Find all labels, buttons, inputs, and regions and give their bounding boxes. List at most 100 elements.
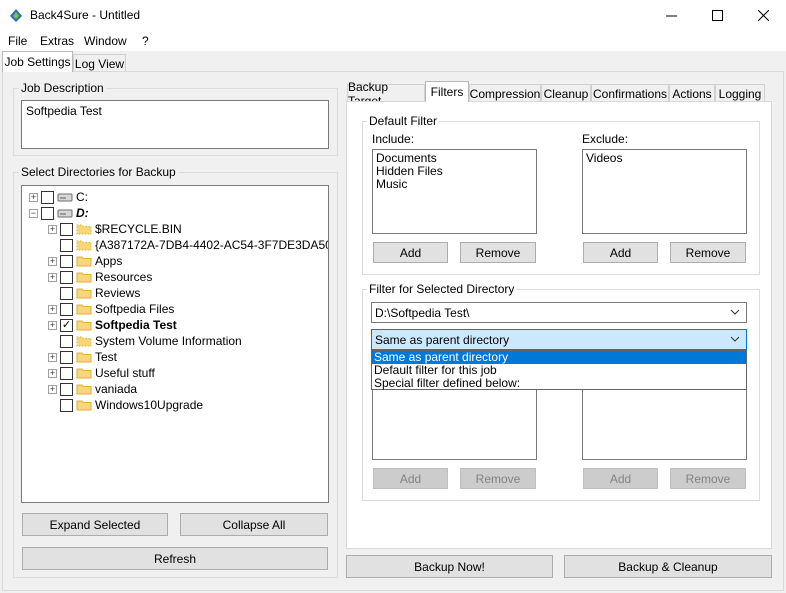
directories-title: Select Directories for Backup: [19, 165, 178, 179]
tree-checkbox[interactable]: [60, 382, 73, 396]
expand-icon[interactable]: +: [48, 224, 57, 234]
exclude-item[interactable]: Videos: [586, 152, 743, 165]
include-add-button[interactable]: Add: [373, 242, 448, 263]
tree-node[interactable]: + Softpedia Files: [48, 301, 174, 317]
collapse-icon[interactable]: −: [29, 208, 38, 218]
tab-backup-target[interactable]: Backup Target: [347, 80, 425, 108]
exclude-remove-button[interactable]: Remove: [670, 242, 746, 263]
folder-icon: [76, 320, 92, 331]
backup-cleanup-button[interactable]: Backup & Cleanup: [564, 555, 772, 578]
tree-checkbox[interactable]: [60, 286, 73, 300]
expand-icon[interactable]: +: [48, 352, 57, 362]
folder-icon: [76, 352, 92, 363]
tree-node[interactable]: + Test: [48, 349, 117, 365]
menu-help[interactable]: ?: [142, 34, 149, 48]
maximize-icon: [711, 10, 723, 21]
tab-filters[interactable]: Filters: [425, 81, 469, 102]
exclude-add-button[interactable]: Add: [583, 242, 658, 263]
tree-node[interactable]: − D:: [29, 205, 89, 221]
folder-icon: [76, 272, 92, 283]
tree-node[interactable]: System Volume Information: [48, 333, 242, 349]
exclude-list[interactable]: Videos: [582, 149, 747, 234]
tree-node-label: {A387172A-7DB4-4402-AC54-3F7DE3DA5055}: [95, 238, 329, 252]
filter-mode-dropdown[interactable]: Same as parent directory: [371, 329, 747, 350]
tree-node[interactable]: + vaniada: [48, 381, 137, 397]
refresh-button[interactable]: Refresh: [22, 547, 328, 570]
tree-node-label: Reviews: [95, 286, 141, 300]
collapse-all-button[interactable]: Collapse All: [180, 513, 328, 536]
include-list[interactable]: Documents Hidden Files Music: [372, 149, 537, 234]
tree-node[interactable]: + C:: [29, 189, 88, 205]
folder-icon: [76, 304, 92, 315]
tree-node[interactable]: + Useful stuff: [48, 365, 155, 381]
backup-now-button[interactable]: Backup Now!: [346, 555, 553, 578]
job-description-field[interactable]: Softpedia Test: [21, 100, 329, 149]
expand-icon[interactable]: +: [48, 368, 57, 378]
special-exclude-remove-button[interactable]: Remove: [670, 468, 746, 489]
tree-node[interactable]: Reviews: [48, 285, 140, 301]
tree-checkbox[interactable]: [60, 334, 73, 348]
expand-icon[interactable]: +: [48, 256, 57, 266]
include-remove-button[interactable]: Remove: [460, 242, 536, 263]
directory-tree[interactable]: + C: − D: + $RECYCLE.BIN {A387172A-7DB4-4402-A…: [21, 185, 329, 503]
close-button[interactable]: [740, 0, 786, 31]
expand-icon[interactable]: +: [48, 304, 57, 314]
tree-checkbox[interactable]: [60, 254, 73, 268]
tree-checkbox[interactable]: [41, 206, 54, 220]
filter-mode-options: Same as parent directory Default filter …: [371, 350, 747, 390]
job-description-value: Softpedia Test: [26, 104, 102, 118]
title-bar: Back4Sure - Untitled: [0, 0, 786, 31]
menu-window[interactable]: Window: [84, 34, 127, 48]
folder-icon: [76, 288, 92, 299]
expand-selected-button[interactable]: Expand Selected: [22, 513, 168, 536]
special-include-add-button[interactable]: Add: [373, 468, 448, 489]
expand-icon[interactable]: +: [29, 192, 38, 202]
tab-compression[interactable]: Compression: [469, 84, 541, 102]
tab-logging[interactable]: Logging: [715, 84, 765, 102]
tree-node[interactable]: + Apps: [48, 253, 122, 269]
tree-checkbox[interactable]: [60, 302, 73, 316]
tree-node-label: Windows10Upgrade: [95, 398, 204, 412]
maximize-button[interactable]: [694, 0, 740, 31]
tree-checkbox[interactable]: [60, 222, 73, 236]
tree-checkbox[interactable]: [60, 350, 73, 364]
tree-checkbox[interactable]: ✓: [60, 318, 73, 332]
tree-node[interactable]: + Resources: [48, 269, 152, 285]
directory-dropdown[interactable]: D:\Softpedia Test\: [371, 302, 747, 323]
expand-icon[interactable]: +: [48, 384, 57, 394]
tree-node[interactable]: + $RECYCLE.BIN: [48, 221, 182, 237]
job-description-title: Job Description: [19, 81, 106, 95]
menu-extras[interactable]: Extras: [40, 34, 74, 48]
include-item[interactable]: Music: [376, 178, 533, 191]
filter-mode-value: Same as parent directory: [375, 332, 510, 347]
tree-checkbox[interactable]: [60, 398, 73, 412]
close-icon: [757, 10, 769, 21]
special-include-remove-button[interactable]: Remove: [460, 468, 536, 489]
tree-node[interactable]: Windows10Upgrade: [48, 397, 203, 413]
tree-node-label: vaniada: [95, 382, 138, 396]
tree-node[interactable]: {A387172A-7DB4-4402-AC54-3F7DE3DA5055}: [48, 237, 329, 253]
minimize-button[interactable]: [648, 0, 694, 31]
window-title: Back4Sure - Untitled: [30, 8, 141, 22]
tree-checkbox[interactable]: [60, 238, 73, 252]
tree-checkbox[interactable]: [41, 190, 54, 204]
tree-node[interactable]: + ✓ Softpedia Test: [48, 317, 177, 333]
option-special-filter[interactable]: Special filter defined below:: [372, 377, 746, 389]
expand-icon[interactable]: +: [48, 320, 57, 330]
include-label: Include:: [372, 132, 415, 146]
tree-node-label: Resources: [95, 270, 153, 284]
tab-actions[interactable]: Actions: [669, 84, 715, 102]
default-filter-title: Default Filter: [367, 114, 440, 128]
tree-checkbox[interactable]: [60, 270, 73, 284]
tree-node-label: Test: [95, 350, 118, 364]
tab-log-view[interactable]: Log View: [73, 54, 126, 72]
tab-cleanup[interactable]: Cleanup: [541, 84, 591, 102]
expand-icon[interactable]: +: [48, 272, 57, 282]
tab-confirmations[interactable]: Confirmations: [591, 84, 669, 102]
tree-checkbox[interactable]: [60, 366, 73, 380]
tab-job-settings[interactable]: Job Settings: [2, 51, 73, 72]
menu-bar: File Extras Window ?: [0, 31, 786, 51]
menu-file[interactable]: File: [8, 34, 27, 48]
special-exclude-add-button[interactable]: Add: [583, 468, 658, 489]
directory-dropdown-value: D:\Softpedia Test\: [375, 305, 470, 320]
